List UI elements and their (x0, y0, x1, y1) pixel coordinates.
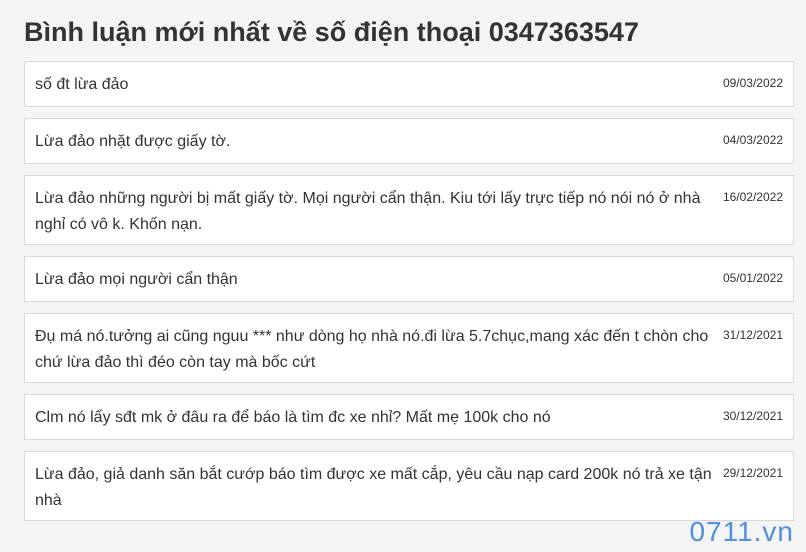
comment-item: Clm nó lấy sđt mk ở đâu ra để báo là tìm… (24, 394, 794, 440)
comment-item: Lừa đảo, giả danh săn bắt cướp báo tìm đ… (24, 451, 794, 521)
comment-date: 09/03/2022 (722, 76, 783, 90)
site-watermark: 0711.vn (689, 516, 794, 547)
comment-item: Lừa đảo nhặt được giấy tờ. 04/03/2022 (24, 118, 794, 164)
comment-date: 04/03/2022 (722, 133, 783, 147)
comment-list: số đt lừa đảo 09/03/2022 Lừa đảo nhặt đư… (24, 61, 794, 532)
comment-item: Đụ má nó.tưởng ai cũng nguu *** như dòng… (24, 313, 794, 383)
comment-text: Clm nó lấy sđt mk ở đâu ra để báo là tìm… (35, 409, 551, 426)
comment-text: số đt lừa đảo (35, 76, 129, 93)
comment-text: Đụ má nó.tưởng ai cũng nguu *** như dòng… (35, 328, 709, 371)
comment-date: 05/01/2022 (722, 271, 783, 285)
comment-text: Lừa đảo những người bị mất giấy tờ. Mọi … (35, 190, 701, 233)
comment-text: Lừa đảo mọi người cẩn thận (35, 271, 238, 288)
comment-text: Lừa đảo, giả danh săn bắt cướp báo tìm đ… (35, 466, 712, 509)
comment-item: Lừa đảo mọi người cẩn thận 05/01/2022 (24, 256, 794, 302)
page-title: Bình luận mới nhất về số điện thoại 0347… (24, 17, 639, 47)
comment-date: 31/12/2021 (722, 328, 783, 342)
comment-date: 29/12/2021 (722, 466, 783, 480)
comment-item: số đt lừa đảo 09/03/2022 (24, 61, 794, 107)
comment-date: 30/12/2021 (722, 409, 783, 423)
comment-item: Lừa đảo những người bị mất giấy tờ. Mọi … (24, 175, 794, 245)
comment-text: Lừa đảo nhặt được giấy tờ. (35, 133, 231, 150)
comment-date: 16/02/2022 (722, 190, 783, 204)
